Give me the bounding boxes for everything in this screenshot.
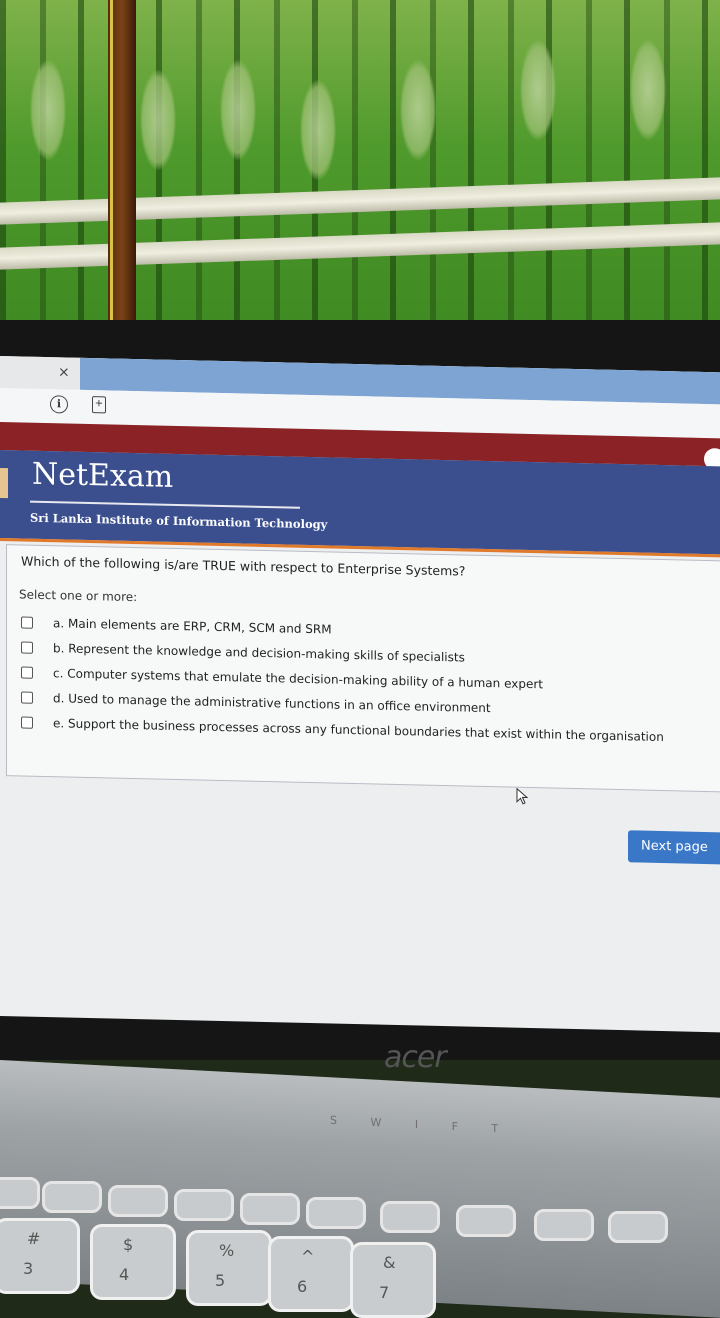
answer-options: a. Main elements are ERP, CRM, SCM and S… (21, 609, 720, 750)
key-7[interactable]: & 7 (350, 1242, 436, 1318)
laptop-brand-logo: acer (384, 1040, 447, 1075)
brand-divider (30, 500, 300, 509)
close-icon[interactable]: × (58, 364, 70, 380)
option-label[interactable]: a. Main elements are ERP, CRM, SCM and S… (53, 616, 332, 636)
key-3[interactable]: # 3 (0, 1218, 80, 1294)
key-4[interactable]: $ 4 (90, 1224, 176, 1300)
site-header: NetExam Sri Lanka Institute of Informati… (0, 450, 720, 555)
laptop-screen: × i + NetExam Sri Lanka Institute of Inf… (0, 356, 720, 1033)
fkey[interactable] (0, 1177, 40, 1209)
page-icon[interactable]: + (92, 396, 106, 414)
question-box: Which of the following is/are TRUE with … (6, 544, 720, 793)
logo-icon (0, 468, 8, 499)
select-instruction: Select one or more: (19, 587, 138, 605)
key-6[interactable]: ^ 6 (268, 1236, 354, 1312)
checkbox-a[interactable] (21, 615, 33, 629)
question-text: Which of the following is/are TRUE with … (21, 553, 466, 579)
fkey[interactable] (42, 1181, 102, 1213)
institute-name: Sri Lanka Institute of Information Techn… (30, 510, 328, 532)
next-page-button[interactable]: Next page (628, 830, 720, 865)
checkbox-d[interactable] (21, 690, 33, 704)
checkbox-e[interactable] (21, 715, 33, 729)
info-icon[interactable]: i (50, 395, 68, 414)
curtain-background (0, 0, 720, 330)
number-key-row: # 3 $ 4 % 5 ^ 6 & 7 (0, 1210, 720, 1318)
option-label[interactable]: b. Represent the knowledge and decision-… (53, 641, 465, 664)
checkbox-b[interactable] (21, 640, 33, 654)
checkbox-c[interactable] (21, 665, 33, 679)
key-5[interactable]: % 5 (186, 1230, 272, 1306)
brand-title: NetExam (32, 456, 174, 495)
mouse-cursor-icon (516, 787, 529, 805)
curtain-rod (108, 0, 136, 330)
function-key-row (0, 1165, 720, 1243)
